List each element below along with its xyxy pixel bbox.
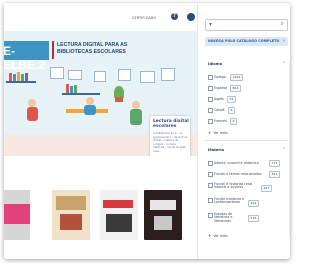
book-cover[interactable]	[144, 190, 182, 240]
wall-picture	[68, 70, 82, 80]
checkbox[interactable]	[208, 183, 213, 188]
brand-logo: E-ELBE.2	[4, 41, 49, 72]
browse-catalog-label: NAVEGA POLO CATÁLOGO COMPLETO	[208, 39, 280, 43]
book	[66, 84, 69, 93]
facet-label: Francés	[214, 118, 227, 123]
wall-picture	[161, 68, 175, 81]
facet-label: Galego	[214, 74, 226, 79]
facet-count: 33	[227, 96, 236, 103]
chevron-right-icon: ›	[282, 38, 285, 44]
hero-banner: E-ELBE.2 LECTURA DIGITAL PARA AS BIBLIOT…	[4, 31, 197, 156]
facet-label: Infantil, xuvenil e didáctica	[214, 160, 259, 165]
facet-label: Ficción e historias reais infantís e xuv…	[214, 181, 253, 190]
facet-count: 6	[228, 107, 235, 114]
book-cover[interactable]	[52, 190, 90, 240]
child-figure	[27, 107, 38, 121]
facet-count: 447	[261, 185, 272, 192]
book-cover[interactable]	[100, 190, 138, 240]
checkbox[interactable]	[208, 119, 213, 124]
checkbox[interactable]	[208, 86, 213, 91]
facet-count: 3	[230, 118, 237, 125]
brand-subtitle: LECTURA DIGITAL PARA AS BIBLIOTECAS ESCO…	[57, 42, 127, 55]
intro-card-text: A plataforma de p... as experiencias l..…	[153, 132, 188, 153]
intro-card-title: Lectura dixital escolares	[153, 119, 189, 130]
library-site: CERTIFICADO ? E-ELBE.2 LECTURA DIGITAL P…	[4, 3, 197, 259]
plus-icon: +	[208, 233, 212, 238]
book	[25, 73, 28, 81]
brand-subtitle-line-2: BIBLIOTECAS ESCOLARES	[57, 48, 126, 55]
book	[70, 86, 73, 93]
facet-count: 216	[248, 215, 259, 222]
checkbox[interactable]	[208, 108, 213, 113]
book	[13, 74, 16, 81]
facet-label: Ficción moderna e contemporánea	[214, 196, 245, 205]
checkbox[interactable]	[208, 161, 213, 166]
section-divider	[205, 140, 288, 141]
plant-pot	[115, 97, 123, 102]
facet-label: Inglés	[214, 96, 224, 101]
child-figure	[86, 97, 94, 105]
wall-picture	[140, 71, 155, 83]
facet-count: 1499	[230, 74, 243, 81]
facet-count: 804	[230, 85, 241, 92]
facet-count: 351	[269, 171, 280, 178]
checkbox[interactable]	[208, 75, 213, 80]
see-more-label: Ver máis	[213, 131, 228, 135]
wall-picture	[50, 67, 64, 79]
brand-separator	[52, 41, 54, 59]
child-figure	[132, 101, 140, 109]
plus-icon: +	[208, 130, 212, 135]
facet-label: Ficción e temas relacionados	[214, 171, 262, 176]
checkbox[interactable]	[208, 198, 213, 203]
book-covers-row	[4, 190, 197, 240]
language-see-more[interactable]: + Ver máis	[208, 130, 228, 135]
collapse-icon[interactable]: ˄	[283, 61, 285, 66]
child-figure	[84, 105, 96, 115]
brand-name: E-ELBE.2	[4, 44, 46, 72]
checkbox[interactable]	[208, 213, 213, 218]
facet-count: 319	[248, 200, 259, 207]
subject-see-more[interactable]: + Ver máis	[208, 233, 228, 238]
certificate-link[interactable]: CERTIFICADO	[132, 16, 156, 20]
intro-card: Lectura dixital escolares A plataforma d…	[150, 116, 190, 156]
search-icon[interactable]: ⌕	[281, 20, 284, 28]
browse-catalog-button[interactable]: NAVEGA POLO CATÁLOGO COMPLETO ›	[205, 37, 288, 46]
see-more-label: Ver máis	[213, 234, 228, 238]
facet-label: Estudos de literatura e literaturas	[214, 211, 233, 224]
wall-picture	[94, 71, 106, 82]
intro-card-title-line-2: escolares	[153, 124, 177, 130]
chevron-down-icon[interactable]: ▾	[209, 21, 212, 28]
shelf-middle	[62, 93, 100, 95]
book	[21, 74, 24, 81]
book	[17, 72, 20, 81]
top-bar: CERTIFICADO ?	[4, 3, 197, 31]
child-figure	[28, 99, 36, 107]
facet-label: Español	[214, 85, 227, 90]
collapse-icon[interactable]: ˄	[283, 147, 285, 152]
facet-label: Catalá	[214, 107, 225, 112]
checkbox[interactable]	[208, 172, 213, 177]
filter-panel: ▾ ⌕ NAVEGA POLO CATÁLOGO COMPLETO › Idio…	[197, 3, 290, 259]
language-facet-title[interactable]: Idioma	[208, 62, 222, 66]
subject-facet-title[interactable]: Materia	[208, 148, 224, 152]
browser-frame: CERTIFICADO ? E-ELBE.2 LECTURA DIGITAL P…	[4, 3, 290, 259]
help-icon[interactable]: ?	[171, 13, 178, 20]
book-cover[interactable]	[4, 190, 30, 240]
book	[9, 73, 12, 81]
facet-count: 773	[269, 160, 280, 167]
shelf-left	[6, 81, 36, 83]
panel-scrollbar[interactable]	[289, 61, 290, 237]
child-figure	[130, 109, 142, 125]
checkbox[interactable]	[208, 97, 213, 102]
search-input[interactable]: ▾ ⌕	[205, 19, 288, 31]
wall-picture	[118, 69, 131, 81]
brand-subtitle-line-1: LECTURA DIGITAL PARA AS	[57, 42, 128, 48]
book	[74, 85, 77, 93]
user-avatar[interactable]	[187, 13, 195, 21]
